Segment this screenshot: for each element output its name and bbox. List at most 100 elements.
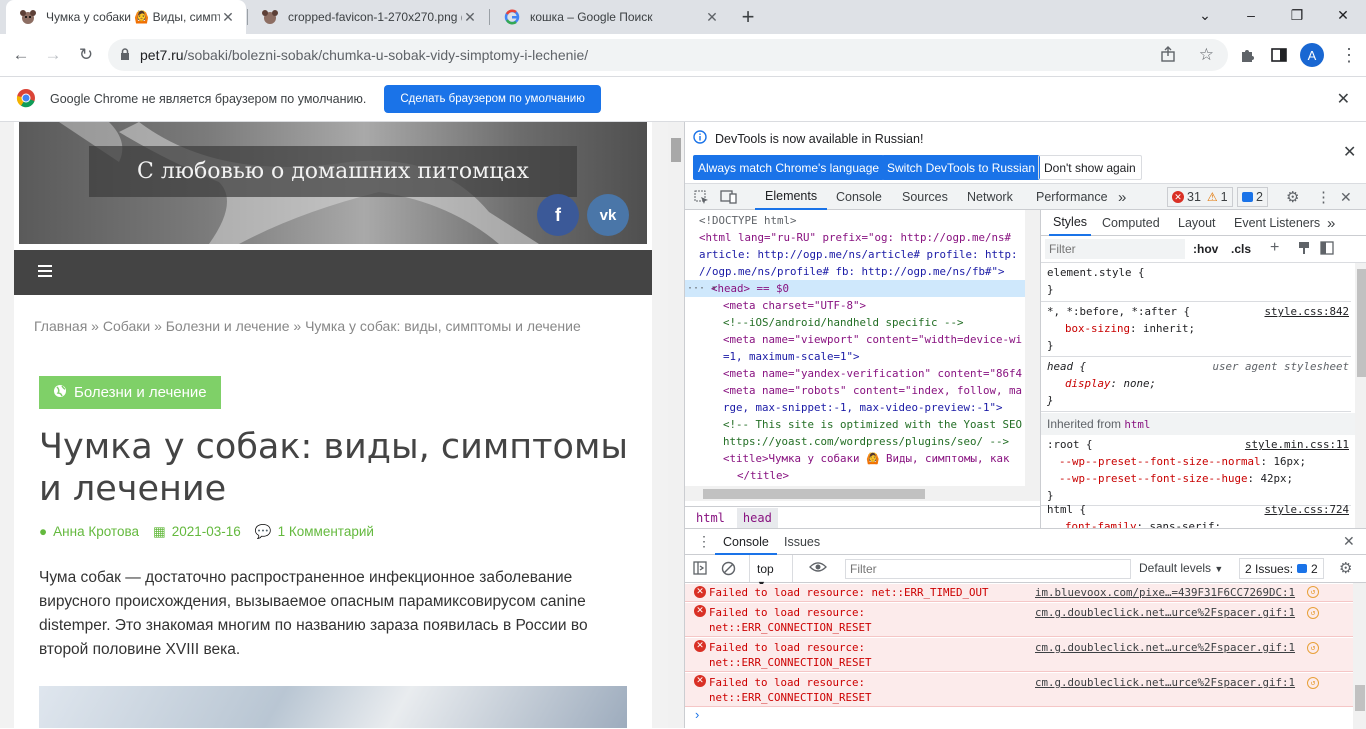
browser-tab-active[interactable]: Чумка у собаки 🙆 Виды, симптом ✕ [6,0,246,34]
dom-node[interactable]: <title>Чумка у собаки 🙆 Виды, симптомы, … [723,450,1009,467]
elements-hscrollbar[interactable] [685,486,1040,501]
extensions-puzzle-icon[interactable] [1234,42,1260,68]
drawer-tab-console[interactable]: Console [715,529,777,555]
network-request-icon[interactable]: ↺ [1307,642,1319,654]
more-tabs-icon[interactable]: » [1327,210,1335,236]
browser-tab[interactable]: cropped-favicon-1-270x270.png (27 ✕ [248,0,488,34]
css-rule-head[interactable]: user agent stylesheet head { display: no… [1041,358,1351,412]
page-scrollbar[interactable] [668,122,684,728]
console-error-message[interactable]: ✕ Failed to load resource: net::ERR_CONN… [685,673,1353,707]
css-declaration[interactable]: display: none; [1047,375,1351,392]
reload-icon[interactable]: ↻ [73,42,99,68]
drawer-close-icon[interactable]: ✕ [1343,533,1355,550]
hov-toggle[interactable]: :hov [1193,242,1218,256]
error-source-link[interactable]: cm.g.doubleclick.net…urce%2Fspacer.gif:1 [1035,675,1295,690]
share-icon[interactable] [1160,45,1176,65]
side-panel-icon[interactable] [1266,42,1292,68]
console-error-message[interactable]: ✕ Failed to load resource: net::ERR_TIME… [685,584,1353,602]
css-rule-universal[interactable]: style.css:842 *, *:before, *:after { box… [1041,303,1351,357]
error-source-link[interactable]: cm.g.doubleclick.net…urce%2Fspacer.gif:1 [1035,640,1295,655]
dom-node[interactable]: </title> [737,467,789,484]
dom-node[interactable]: <meta name="viewport" content="width=dev… [723,331,1022,348]
devtools-close-icon[interactable]: ✕ [1340,184,1352,210]
more-tabs-icon[interactable]: » [1118,184,1126,210]
tab-sources[interactable]: Sources [902,184,948,210]
profile-avatar[interactable]: A [1300,43,1324,67]
scrollbar-thumb[interactable] [703,489,925,499]
css-declaration[interactable]: --wp--preset--font-size--normal: 16px; [1047,453,1351,470]
css-declaration[interactable]: font-family: sans-serif; [1047,518,1351,528]
dom-comment[interactable]: <!--iOS/android/handheld specific --> [723,314,964,331]
console-error-message[interactable]: ✕ Failed to load resource: net::ERR_CONN… [685,603,1353,637]
cls-toggle[interactable]: .cls [1231,242,1251,256]
match-language-button[interactable]: Always match Chrome's language [693,155,885,180]
console-scrollbar[interactable] [1353,583,1366,729]
category-badge[interactable]: Болезни и лечение [39,376,221,409]
console-settings-gear-icon[interactable]: ⚙ [1339,559,1352,577]
network-request-icon[interactable]: ↺ [1307,586,1319,598]
facebook-icon[interactable]: f [537,194,579,236]
crumb-head[interactable]: head [736,507,778,528]
dont-show-again-button[interactable]: Don't show again [1038,155,1142,180]
scrollbar-thumb[interactable] [1357,269,1366,377]
tab-network[interactable]: Network [967,184,1013,210]
device-toolbar-icon[interactable] [720,184,738,210]
bookmark-star-icon[interactable]: ☆ [1199,45,1214,65]
banner-close-icon[interactable]: ✕ [1343,142,1356,162]
css-declaration[interactable]: --wp--preset--font-size--huge: 42px; [1047,470,1351,487]
dom-node-head[interactable]: <head> == $0 [711,280,789,297]
console-filter-input[interactable] [845,559,1131,579]
devtools-menu-icon[interactable]: ⋮ [1316,184,1331,210]
drawer-tab-issues[interactable]: Issues [784,535,820,549]
dom-node[interactable]: <meta charset="UTF-8"> [723,297,866,314]
new-tab-button[interactable]: + [736,5,760,29]
scrollbar-thumb[interactable] [671,138,681,162]
error-source-link[interactable]: cm.g.doubleclick.net…urce%2Fspacer.gif:1 [1035,605,1295,620]
network-request-icon[interactable]: ↺ [1307,677,1319,689]
styles-scrollbar[interactable] [1355,263,1366,528]
close-window-icon[interactable]: ✕ [1320,0,1366,30]
log-levels-dropdown[interactable]: Default levels ▼ [1139,561,1223,575]
issues-button[interactable]: 2 Issues: 2 [1239,558,1324,579]
tab-computed[interactable]: Computed [1102,210,1160,236]
forward-arrow-icon[interactable]: → [40,42,66,68]
issues-badge[interactable]: 2 [1237,187,1268,207]
tab-console[interactable]: Console [836,184,882,210]
breadcrumb[interactable]: Главная » Собаки » Болезни и лечение » Ч… [34,318,581,334]
styles-filter-input[interactable] [1045,239,1185,259]
tab-elements[interactable]: Elements [755,184,828,210]
browser-tab[interactable]: кошка – Google Поиск ✕ [490,0,730,34]
live-expression-eye-icon[interactable] [809,560,827,577]
author-meta[interactable]: ● Анна Кротова [39,524,139,540]
set-default-browser-button[interactable]: Сделать браузером по умолчанию [384,85,601,113]
switch-russian-button[interactable]: Switch DevTools to Russian [882,155,1041,180]
css-rule-root[interactable]: style.min.css:11 :root { --wp--preset--f… [1041,436,1351,506]
clear-console-icon[interactable] [721,561,736,579]
new-rule-plus-icon[interactable]: + [1270,239,1279,257]
css-rule-html[interactable]: style.css:724 html { font-family: sans-s… [1041,501,1351,528]
settings-gear-icon[interactable]: ⚙ [1286,184,1299,210]
crumb-html[interactable]: html [692,511,729,525]
context-selector[interactable]: top ▼ [749,555,793,589]
tab-search-icon[interactable]: ⌄ [1182,0,1228,30]
comments-meta[interactable]: 💬 1 Комментарий [255,524,374,540]
dom-node[interactable]: <meta name="yandex-verification" content… [723,365,1022,382]
tab-styles[interactable]: Styles [1049,210,1092,236]
tab-close-icon[interactable]: ✕ [704,9,720,26]
console-prompt[interactable]: › [695,707,699,722]
console-error-message[interactable]: ✕ Failed to load resource: net::ERR_CONN… [685,638,1353,672]
tab-close-icon[interactable]: ✕ [220,9,236,26]
back-arrow-icon[interactable]: ← [8,42,34,68]
network-request-icon[interactable]: ↺ [1307,607,1319,619]
issue-counter[interactable]: ✕ 31 ⚠ 1 [1167,187,1233,207]
rule-source-link[interactable]: style.min.css:11 [1245,436,1349,453]
address-bar[interactable]: pet7.ru/sobaki/bolezni-sobak/chumka-u-so… [108,39,1228,71]
chrome-menu-icon[interactable]: ⋮ [1336,42,1362,68]
dom-comment[interactable]: <!-- This site is optimized with the Yoa… [723,416,1022,433]
paint-brush-icon[interactable] [1297,241,1311,258]
tab-event-listeners[interactable]: Event Listeners [1234,210,1320,236]
tab-layout[interactable]: Layout [1178,210,1216,236]
drawer-menu-icon[interactable]: ⋮ [697,533,711,550]
tab-close-icon[interactable]: ✕ [462,9,478,26]
infobar-close-icon[interactable]: ✕ [1337,89,1350,109]
